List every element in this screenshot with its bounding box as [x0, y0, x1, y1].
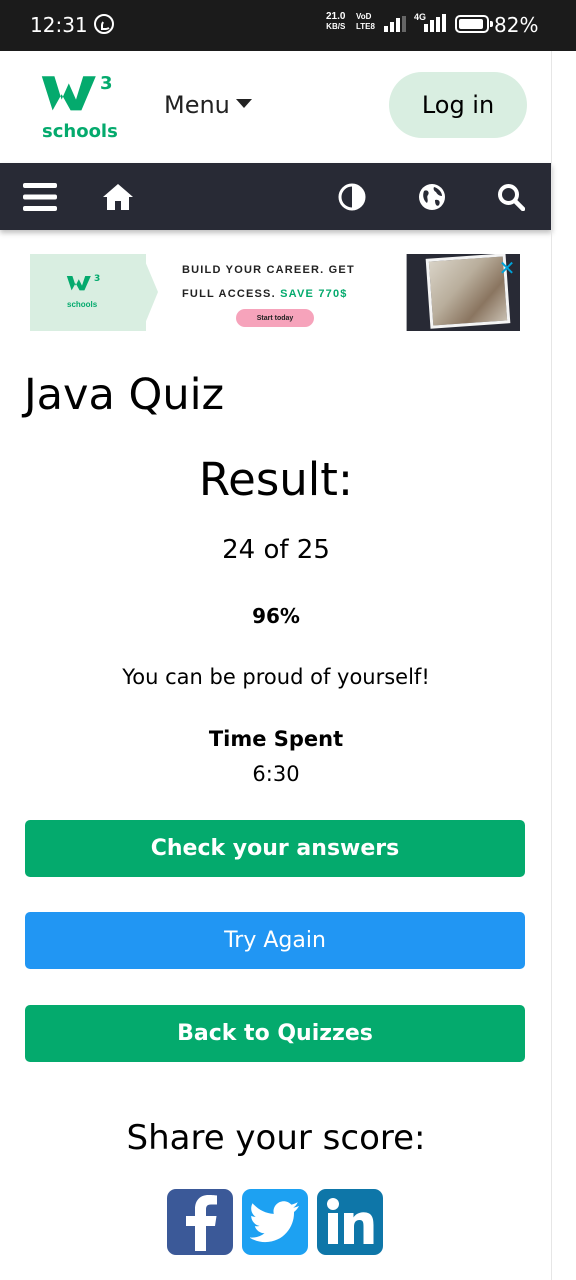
ad-line2-prefix: FULL ACCESS. [182, 288, 276, 300]
ad-savings: SAVE 770$ [280, 288, 348, 300]
contrast-icon[interactable] [334, 163, 370, 230]
try-again-button[interactable]: Try Again [25, 912, 525, 969]
volte-bottom: LTE8 [356, 22, 375, 31]
whatsapp-icon [94, 14, 114, 34]
volte-indicator: VoD LTE8 [356, 12, 375, 32]
signal-icon [384, 16, 406, 32]
nav-bar [0, 163, 552, 230]
ad-arrow-shape [142, 254, 158, 331]
linkedin-icon[interactable] [317, 1189, 383, 1255]
network-type: 4G [414, 12, 427, 22]
ad-headline-line1: BUILD YOUR CAREER. GET [182, 264, 355, 276]
check-answers-button[interactable]: Check your answers [25, 820, 525, 877]
ad-logo-panel: 3 schools [30, 254, 146, 331]
page-title: Java Quiz [24, 370, 225, 420]
battery-percent: 82% [494, 13, 539, 37]
hamburger-menu-icon[interactable] [20, 163, 60, 230]
time-spent-value: 6:30 [252, 762, 300, 786]
home-icon[interactable] [100, 163, 136, 230]
ad-banner[interactable]: 3 schools BUILD YOUR CAREER. GET FULL AC… [30, 254, 520, 331]
twitter-icon[interactable] [242, 1189, 308, 1255]
logo-superscript: 3 [100, 73, 113, 94]
network-speed: 21.0 KB/S [326, 12, 345, 32]
menu-label: Menu [164, 91, 230, 119]
caret-down-icon [235, 98, 252, 108]
ad-logo-superscript: 3 [94, 274, 100, 284]
ad-cta-button[interactable]: Start today [236, 309, 314, 327]
back-to-quizzes-button[interactable]: Back to Quizzes [25, 1005, 525, 1062]
ad-w3-logo-mark: 3 [66, 274, 100, 291]
logo-text: schools [42, 121, 118, 142]
globe-icon[interactable] [414, 163, 450, 230]
ad-headline-line2: FULL ACCESS. SAVE 770$ [182, 288, 348, 300]
result-message: You can be proud of yourself! [122, 665, 430, 689]
result-heading: Result: [198, 453, 354, 506]
time-spent-label: Time Spent [208, 727, 344, 751]
status-time: 12:31 [30, 13, 88, 37]
search-icon[interactable] [493, 163, 529, 230]
login-button[interactable]: Log in [389, 72, 527, 138]
score-text: 24 of 25 [222, 535, 330, 565]
w3schools-logo[interactable]: 3 schools [40, 73, 118, 145]
site-header: 3 schools Menu Log in [0, 51, 552, 163]
status-bar: 12:31 21.0 KB/S VoD LTE8 4G 82% [0, 0, 576, 51]
battery-icon [455, 15, 493, 33]
w3-logo-mark: 3 [41, 73, 113, 111]
network-speed-unit: KB/S [326, 22, 346, 31]
menu-button[interactable]: Menu [164, 91, 252, 119]
facebook-icon[interactable] [167, 1189, 233, 1255]
ad-logo-text: schools [67, 300, 98, 309]
signal-4g-icon: 4G [414, 12, 446, 32]
score-percentage: 96% [252, 604, 300, 628]
close-icon[interactable]: ✕ [496, 258, 518, 280]
volte-top: VoD [356, 12, 372, 21]
share-heading: Share your score: [126, 1118, 426, 1158]
network-speed-value: 21.0 [326, 11, 346, 22]
